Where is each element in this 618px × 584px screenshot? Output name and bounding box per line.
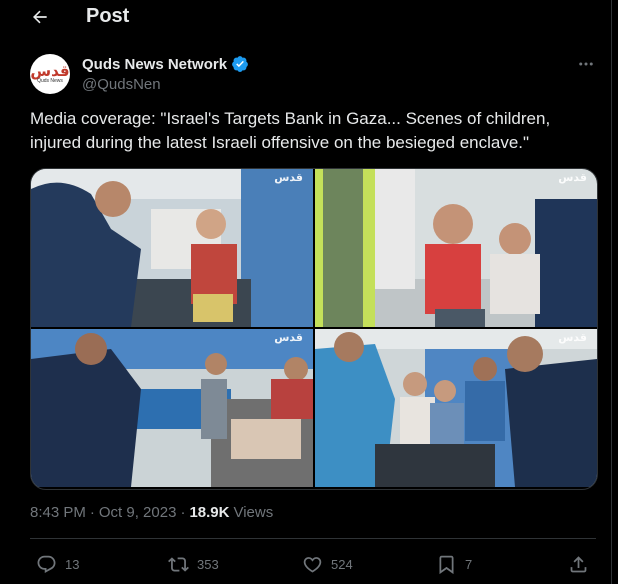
repost-button[interactable]: 353 <box>168 552 219 576</box>
author-handle[interactable]: @QudsNen <box>82 76 249 93</box>
like-button[interactable]: 524 <box>302 552 353 576</box>
back-button[interactable] <box>28 5 52 29</box>
repost-count: 353 <box>197 556 219 572</box>
repost-icon <box>168 556 189 572</box>
post-metadata: 8:43 PM · Oct 9, 2023 · 18.9K Views <box>30 504 273 521</box>
photo-3-image <box>31 329 313 487</box>
share-icon <box>570 555 587 572</box>
watermark-logo: قدس <box>274 331 303 344</box>
avatar-logo-arabic: قدس <box>30 62 70 80</box>
heart-icon <box>303 556 322 573</box>
meta-separator: · <box>89 504 95 521</box>
watermark-logo: قدس <box>274 171 303 184</box>
photo-1-image <box>31 169 313 327</box>
page-title: Post <box>86 5 130 27</box>
watermark-logo: قدس <box>558 171 587 184</box>
views-count: 18.9K <box>189 504 230 521</box>
views-label: Views <box>233 504 274 521</box>
media-photo-3[interactable]: قدس <box>31 329 313 487</box>
photo-4-image <box>315 329 597 487</box>
reply-icon <box>37 555 56 573</box>
tweet-text: Media coverage: "Israel's Targets Bank i… <box>30 109 551 152</box>
media-photo-2[interactable]: قدس <box>315 169 597 327</box>
author-display-name[interactable]: Quds News Network <box>82 56 227 73</box>
divider <box>30 538 596 539</box>
media-grid: قدس قدس قدس قدس <box>30 168 598 490</box>
meta-separator: · <box>180 504 186 521</box>
reply-count: 13 <box>65 556 80 572</box>
media-photo-4[interactable]: قدس <box>315 329 597 487</box>
bookmark-button[interactable]: 7 <box>436 552 472 576</box>
watermark-logo: قدس <box>558 331 587 344</box>
more-options-button[interactable] <box>574 54 598 74</box>
like-count: 524 <box>331 556 353 572</box>
avatar-logo-english: Quds News <box>37 78 63 84</box>
post-date[interactable]: Oct 9, 2023 <box>99 504 177 521</box>
verified-badge-icon <box>232 56 248 72</box>
bookmark-icon <box>439 555 454 574</box>
more-horizontal-icon <box>579 62 593 66</box>
bookmark-count: 7 <box>465 556 473 572</box>
share-button[interactable] <box>568 552 589 576</box>
action-bar: 13 353 524 7 <box>30 552 596 576</box>
post-time[interactable]: 8:43 PM <box>30 504 86 521</box>
top-bar: Post <box>0 0 612 34</box>
media-photo-1[interactable]: قدس <box>31 169 313 327</box>
column-border <box>611 0 612 584</box>
author-info: Quds News Network @QudsNen <box>82 55 249 93</box>
avatar[interactable]: قدس Quds News <box>30 54 70 94</box>
photo-2-image <box>315 169 597 327</box>
arrow-left-icon <box>33 10 47 24</box>
reply-button[interactable]: 13 <box>36 552 79 576</box>
